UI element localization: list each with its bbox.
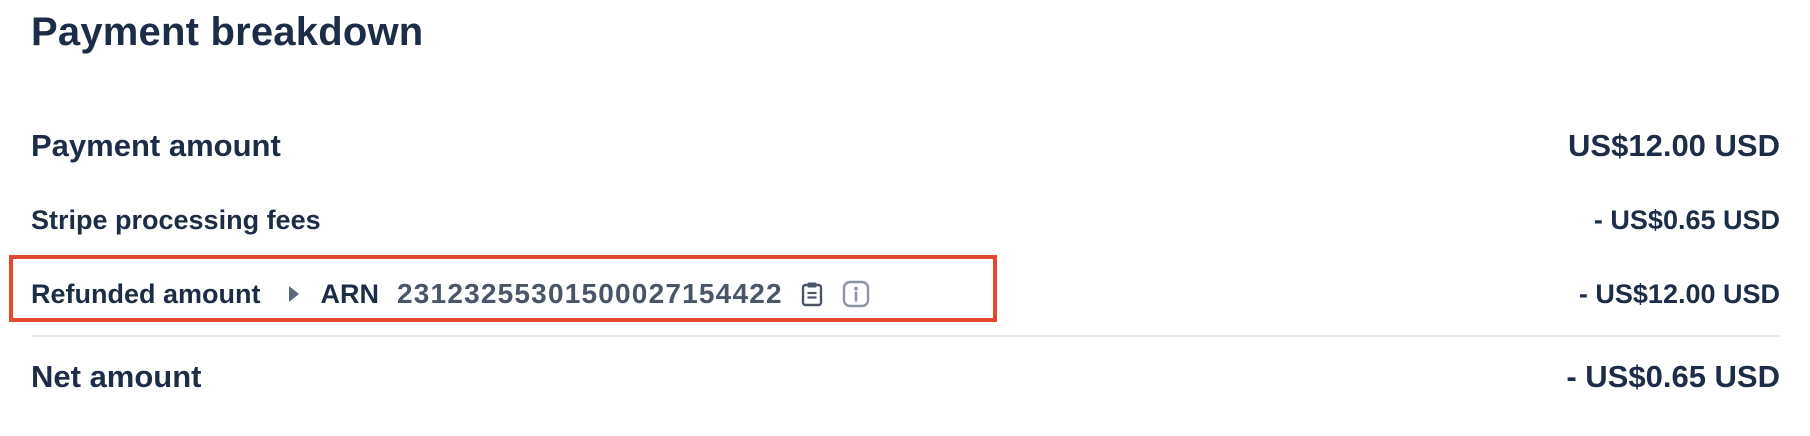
net-amount-value: - US$0.65 USD (1566, 359, 1780, 394)
net-amount-row: Net amount - US$0.65 USD (31, 350, 1780, 404)
arn-label: ARN (320, 278, 380, 309)
refunded-amount-value: - US$12.00 USD (1578, 278, 1780, 309)
refunded-amount-row: Refunded amount ARN 23123255301500027154… (31, 268, 1780, 320)
payment-amount-label: Payment amount (31, 128, 281, 163)
page-title: Payment breakdown (31, 10, 424, 54)
clipboard-icon[interactable] (797, 279, 827, 309)
refund-details: Refunded amount ARN 23123255301500027154… (31, 278, 871, 310)
divider (31, 335, 1780, 337)
caret-right-icon[interactable] (288, 286, 299, 302)
processing-fees-label: Stripe processing fees (31, 204, 321, 235)
processing-fees-row: Stripe processing fees - US$0.65 USD (31, 198, 1780, 242)
arn-value: 23123255301500027154422 (397, 278, 783, 309)
net-amount-label: Net amount (31, 359, 202, 394)
info-icon[interactable] (841, 279, 871, 309)
refunded-amount-label: Refunded amount (31, 278, 261, 309)
payment-amount-row: Payment amount US$12.00 USD (31, 120, 1780, 172)
processing-fees-value: - US$0.65 USD (1593, 204, 1780, 235)
payment-amount-value: US$12.00 USD (1568, 128, 1780, 163)
